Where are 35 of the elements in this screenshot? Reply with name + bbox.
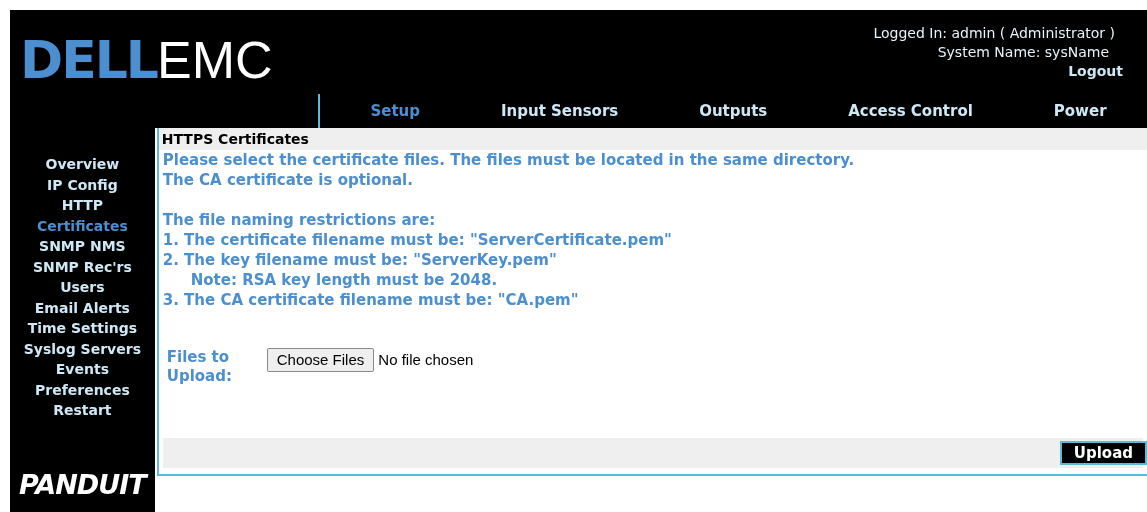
brand-logo: PANDUIT: [19, 470, 146, 498]
upload-label: Files to Upload:: [166, 348, 233, 386]
logo-primary: DELL: [20, 34, 157, 86]
file-status-text: No file chosen: [378, 350, 474, 370]
sidebar-item[interactable]: Overview: [45, 154, 120, 175]
nav-tab[interactable]: Outputs: [699, 99, 768, 123]
sidebar-item[interactable]: Email Alerts: [34, 297, 130, 318]
nav-tab[interactable]: Setup: [370, 99, 421, 123]
rule-text: 2. The key filename must be: "ServerKey.pem": [162, 250, 558, 270]
sidebar-item[interactable]: Restart: [53, 400, 112, 421]
sidebar-item[interactable]: SNMP Rec'rs: [32, 256, 132, 277]
choose-files-button[interactable]: Choose Files: [266, 348, 375, 372]
sidebar-item[interactable]: Time Settings: [27, 318, 138, 339]
rule-text: Note: RSA key length must be 2048.: [189, 270, 499, 290]
nav-tab[interactable]: Power: [1053, 99, 1107, 123]
sidebar-item[interactable]: Certificates: [36, 215, 128, 236]
sidebar-item[interactable]: IP Config: [47, 174, 118, 195]
rule-text: The file naming restrictions are:: [162, 210, 437, 230]
sidebar-item[interactable]: SNMP NMS: [39, 236, 126, 257]
instruction-text: Please select the certificate files. The files must be located in the same directory.: [162, 150, 856, 170]
sidebar-item[interactable]: Events: [55, 359, 109, 380]
rule-text: 1. The certificate filename must be: "ServerCertificate.pem": [162, 230, 673, 250]
system-name-text: System Name: sysName: [937, 43, 1110, 62]
sidebar-item[interactable]: Preferences: [35, 379, 130, 400]
nav-tab[interactable]: Input Sensors: [500, 99, 619, 123]
logout-link[interactable]: Logout: [1068, 62, 1123, 81]
upload-button[interactable]: Upload: [1059, 441, 1147, 465]
sidebar-item[interactable]: Syslog Servers: [23, 338, 141, 359]
logged-in-text: Logged In: admin ( Administrator ): [873, 24, 1116, 43]
sidebar-item[interactable]: HTTP: [61, 195, 104, 216]
rule-text: 3. The CA certificate filename must be: "CA.pem": [162, 290, 580, 310]
nav-tab[interactable]: Access Control: [848, 99, 973, 123]
sidebar-item[interactable]: Users: [60, 277, 105, 298]
panel-title: HTTPS Certificates: [158, 128, 1147, 150]
instruction-text: The CA certificate is optional.: [162, 170, 414, 190]
